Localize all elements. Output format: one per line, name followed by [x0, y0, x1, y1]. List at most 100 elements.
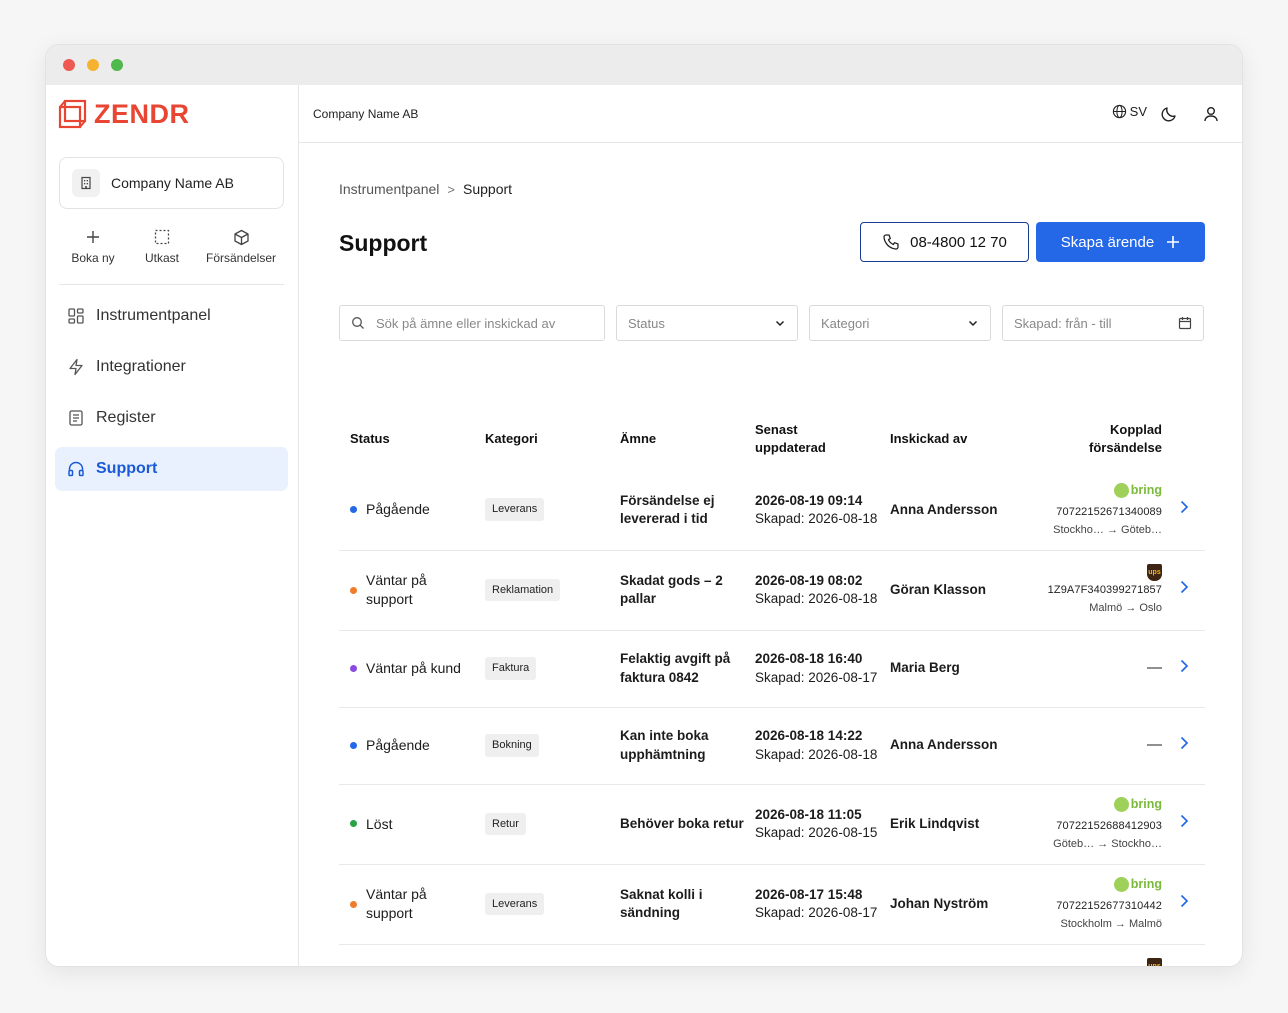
- status-cell: Pågående: [339, 470, 474, 551]
- updated-timestamp: 2026-08-19 09:14: [755, 492, 863, 508]
- language-switcher[interactable]: SV: [1112, 104, 1147, 119]
- kategori-cell: Reklamation: [474, 944, 609, 966]
- window-titlebar: [46, 45, 1242, 85]
- status-dot: [350, 586, 357, 594]
- linked-shipment[interactable]: ups 1Z9A7F340366120913 Helsingb… → Hamb…: [1025, 958, 1162, 966]
- kategori-filter-select[interactable]: Kategori: [809, 305, 991, 341]
- phone-button[interactable]: 08-4800 12 70: [860, 222, 1029, 262]
- ticket-subject: Saknat kolli i sändning: [620, 886, 703, 920]
- open-ticket-button[interactable]: [1162, 784, 1205, 865]
- maximize-window-button[interactable]: [111, 59, 123, 71]
- linked-cell: —: [1014, 630, 1162, 708]
- column-header-kategori[interactable]: Kategori: [474, 408, 609, 470]
- updated-cell: 2026-08-19 09:14 Skapad: 2026-08-18: [744, 470, 879, 551]
- create-ticket-button[interactable]: Skapa ärende: [1036, 222, 1205, 262]
- search-icon: [352, 317, 364, 329]
- open-ticket-button[interactable]: [1162, 864, 1205, 945]
- company-selector[interactable]: Company Name AB: [59, 157, 284, 209]
- open-ticket-button[interactable]: [1162, 707, 1205, 785]
- updated-cell: 2026-08-18 14:22 Skapad: 2026-08-18: [744, 707, 879, 785]
- register-icon: [66, 408, 86, 428]
- bring-logo-mark-icon: [1113, 877, 1129, 893]
- table-row[interactable]: Väntar på support Leverans Saknat kolli …: [339, 864, 1205, 945]
- open-ticket-button[interactable]: [1162, 550, 1205, 631]
- submitted-by: Maria Berg: [890, 660, 960, 676]
- column-header-updated[interactable]: Senast uppdaterad: [744, 408, 879, 470]
- quick-action-boka-ny[interactable]: Boka ny: [53, 227, 133, 265]
- created-date: Skapad: 2026-08-18: [755, 510, 878, 526]
- status-cell: Pågående: [339, 707, 474, 785]
- status-dot: [350, 900, 357, 908]
- ticket-subject: Försändelse ej levererad i tid: [620, 492, 715, 526]
- column-header-linked[interactable]: Kopplad försändelse: [1014, 408, 1162, 470]
- minimize-window-button[interactable]: [87, 59, 99, 71]
- table-row[interactable]: Väntar på kund Faktura Felaktig avgift p…: [339, 630, 1205, 708]
- chevron-right-icon: [1180, 736, 1188, 749]
- updated-cell: 2026-08-18 11:05 Skapad: 2026-08-15: [744, 784, 879, 865]
- open-ticket-button[interactable]: [1162, 630, 1205, 708]
- updated-timestamp: 2026-08-18 14:22: [755, 728, 863, 744]
- ticket-subject: Kan inte boka upphämtning: [620, 728, 709, 762]
- quick-action-forsandelser[interactable]: Försändelser: [201, 227, 281, 265]
- carrier-logo: ups: [1025, 958, 1162, 966]
- chevron-down-icon: [775, 320, 785, 327]
- status-cell: Väntar på kund: [339, 630, 474, 708]
- status-label: Väntar på kund: [366, 660, 461, 677]
- logo[interactable]: ZENDR: [58, 99, 190, 129]
- table-row[interactable]: Pågående Bokning Kan inte boka upphämtni…: [339, 707, 1205, 785]
- search-input[interactable]: Sök på ämne eller inskickad av: [339, 305, 605, 341]
- column-header-submitted[interactable]: Inskickad av: [879, 408, 1014, 470]
- quick-action-utkast[interactable]: Utkast: [122, 227, 202, 265]
- category-badge: Leverans: [485, 892, 545, 916]
- sidebar-item-support[interactable]: Support: [55, 447, 288, 491]
- created-date: Skapad: 2026-08-18: [755, 746, 878, 762]
- date-range-filter[interactable]: Skapad: från - till: [1002, 305, 1204, 341]
- status-filter-select[interactable]: Status: [616, 305, 798, 341]
- route-to: Stockho…: [1111, 837, 1162, 850]
- calendar-icon: [1178, 317, 1192, 330]
- open-ticket-button[interactable]: [1162, 944, 1205, 966]
- sidebar-item-instrumentpanel[interactable]: Instrumentpanel: [55, 294, 288, 338]
- close-window-button[interactable]: [63, 59, 75, 71]
- no-linked-shipment: —: [1147, 659, 1162, 677]
- linked-cell: —: [1014, 707, 1162, 785]
- updated-timestamp: 2026-08-19 08:02: [755, 572, 863, 588]
- bring-logo: bring: [1113, 796, 1162, 813]
- support-table: Status Kategori Ämne Senast uppdaterad In…: [339, 408, 1205, 966]
- linked-shipment[interactable]: bring 70722152671340089 Stockho… → Göteb…: [1025, 482, 1162, 537]
- linked-shipment[interactable]: bring 70722152688412903 Göteb… → Stockho…: [1025, 796, 1162, 851]
- submitted-cell: Göran Klasson: [879, 944, 1014, 966]
- breadcrumb-parent-link[interactable]: Instrumentpanel: [339, 181, 439, 197]
- linked-shipment[interactable]: bring 70722152677310442 Stockholm → Malm…: [1025, 876, 1162, 931]
- updated-cell: 2026-08-18 16:40 Skapad: 2026-08-17: [744, 630, 879, 708]
- open-ticket-button[interactable]: [1162, 470, 1205, 551]
- sidebar-item-integrationer[interactable]: Integrationer: [55, 345, 288, 389]
- column-header-status[interactable]: Status: [339, 408, 474, 470]
- table-row[interactable]: Väntar på support Reklamation Skadat god…: [339, 550, 1205, 631]
- tracking-number: 70722152671340089: [1056, 505, 1162, 518]
- amne-cell: Kan inte boka upphämtning: [609, 707, 744, 785]
- status-label: Väntar på support: [366, 886, 427, 921]
- dark-mode-toggle[interactable]: [1160, 105, 1178, 128]
- sidebar-item-label: Support: [96, 460, 158, 477]
- topbar: Company Name AB SV: [299, 85, 1242, 143]
- column-header-amne[interactable]: Ämne: [609, 408, 744, 470]
- submitted-cell: Erik Lindqvist: [879, 784, 1014, 865]
- route-from: Stockho…: [1053, 523, 1104, 536]
- linked-shipment[interactable]: ups 1Z9A7F340399271857 Malmö → Oslo: [1025, 564, 1162, 616]
- sidebar-item-label: Register: [96, 409, 156, 426]
- building-icon: [72, 169, 100, 197]
- table-row[interactable]: Pågående Leverans Försändelse ej leverer…: [339, 470, 1205, 551]
- carrier-logo: ups: [1025, 564, 1162, 582]
- phone-number: 08-4800 12 70: [910, 233, 1007, 251]
- status-cell: Pågående: [339, 944, 474, 966]
- route-from: Göteb…: [1053, 837, 1095, 850]
- chevron-right-icon: [1180, 659, 1188, 672]
- company-name: Company Name AB: [111, 175, 234, 191]
- table-row[interactable]: Löst Retur Behöver boka retur 2026-08-18…: [339, 784, 1205, 865]
- created-date: Skapad: 2026-08-17: [755, 905, 878, 920]
- user-menu-button[interactable]: [1202, 105, 1220, 128]
- carrier-label: bring: [1130, 483, 1162, 498]
- sidebar-item-register[interactable]: Register: [55, 396, 288, 440]
- table-row[interactable]: Pågående Reklamation Försenad leverans –…: [339, 944, 1205, 966]
